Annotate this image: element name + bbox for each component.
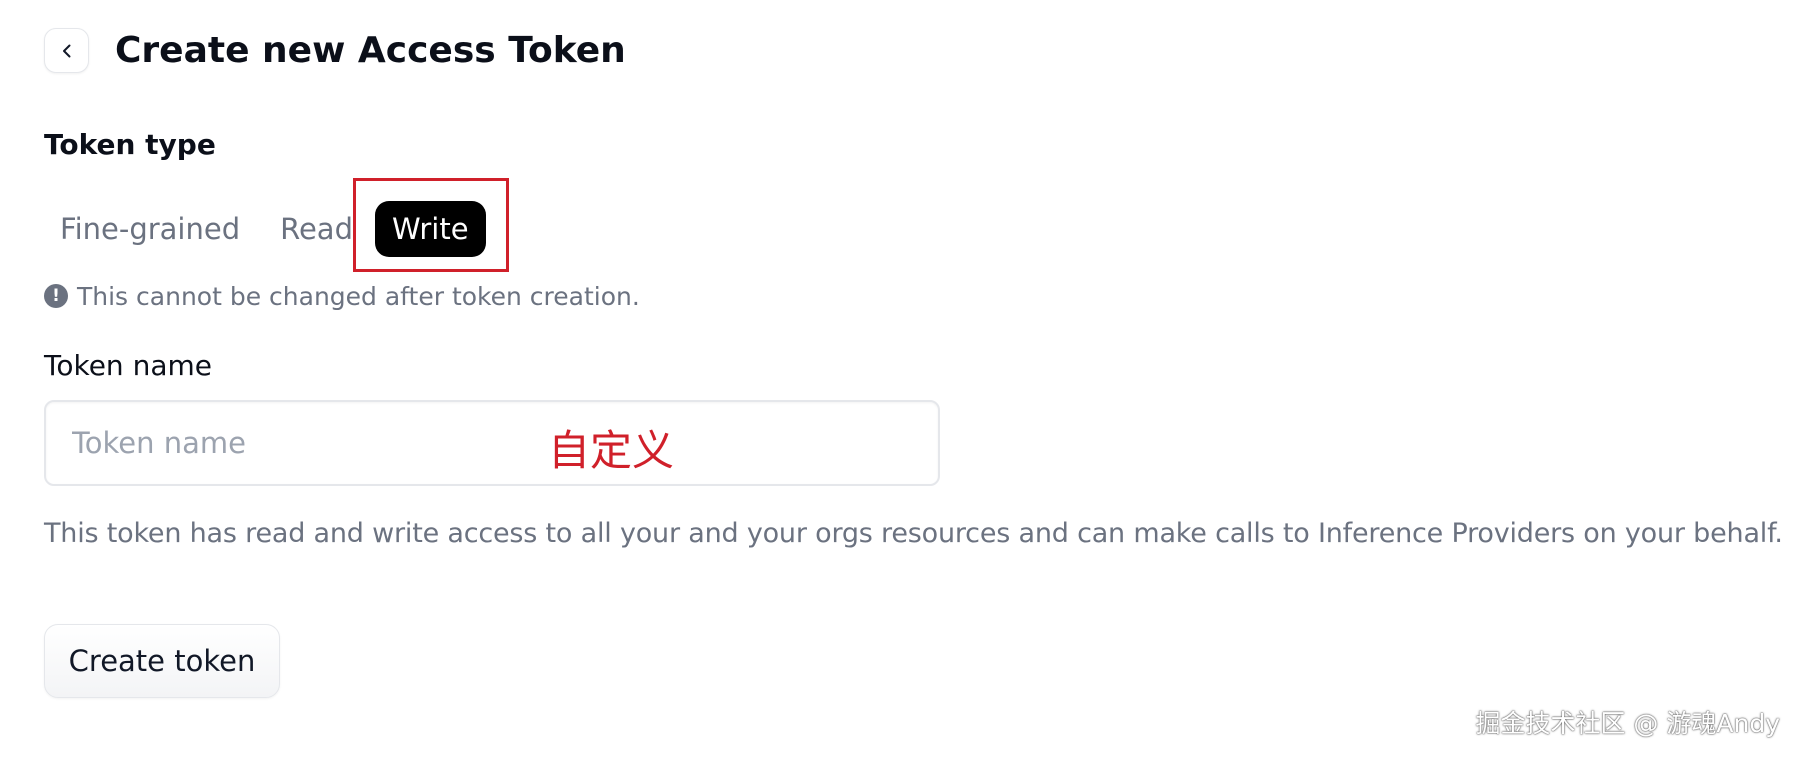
- tab-fine-grained[interactable]: Fine-grained: [44, 201, 256, 257]
- token-type-notice: ! This cannot be changed after token cre…: [44, 280, 640, 312]
- token-name-field-wrapper: [44, 400, 940, 486]
- back-button[interactable]: [44, 28, 89, 73]
- page-title: Create new Access Token: [115, 30, 626, 71]
- tab-read[interactable]: Read: [264, 201, 369, 257]
- exclamation-circle-icon: !: [44, 284, 68, 308]
- token-description: This token has read and write access to …: [44, 518, 1783, 549]
- custom-annotation-text: 自定义: [548, 426, 675, 475]
- create-token-button[interactable]: Create token: [44, 624, 280, 698]
- tab-write[interactable]: Write: [374, 201, 486, 257]
- token-name-label: Token name: [44, 349, 212, 382]
- token-type-label: Token type: [44, 128, 216, 161]
- notice-text: This cannot be changed after token creat…: [77, 281, 640, 311]
- watermark: 掘金技术社区 @ 游魂Andy: [1475, 709, 1780, 738]
- token-name-input[interactable]: [46, 402, 938, 484]
- page-header: Create new Access Token: [44, 28, 626, 73]
- token-type-tabs: Fine-grained Read Write: [44, 200, 486, 258]
- chevron-left-icon: [62, 44, 70, 57]
